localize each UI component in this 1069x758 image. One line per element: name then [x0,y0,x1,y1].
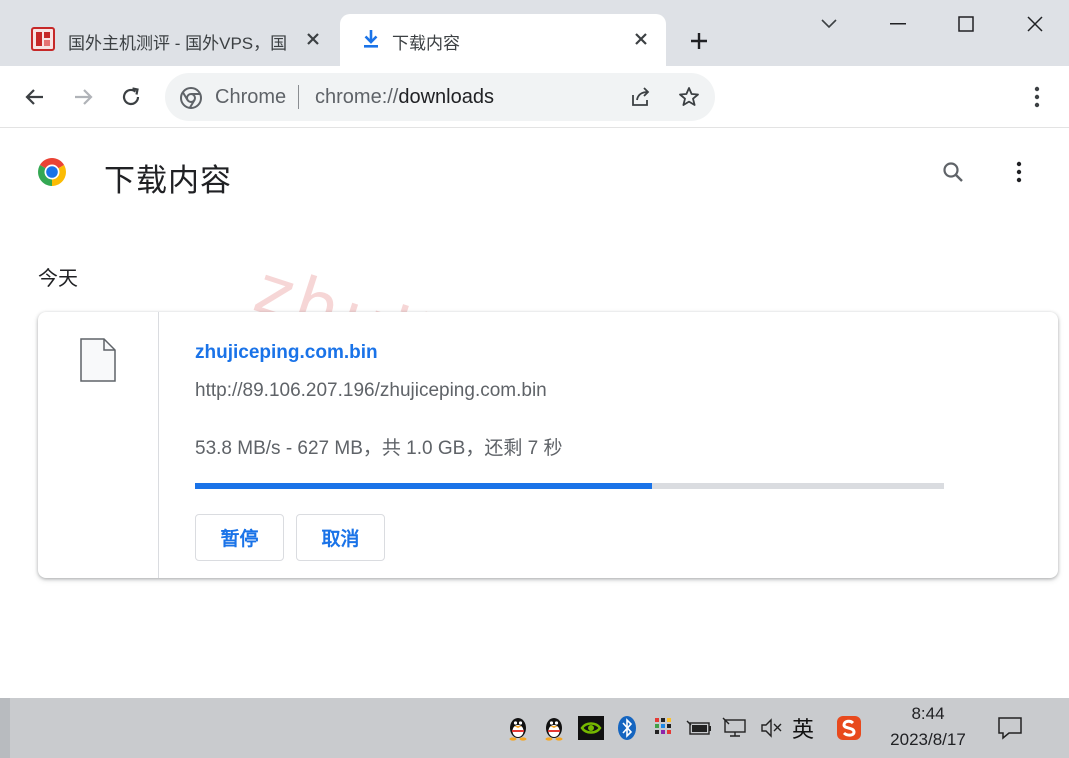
bookmark-button[interactable] [675,83,703,111]
file-icon-column [38,312,159,578]
omnibox-url[interactable]: chrome://downloads [315,86,494,109]
color-grid-icon[interactable] [649,714,677,742]
more-vert-icon [1034,86,1040,108]
bluetooth-icon[interactable] [613,714,641,742]
new-tab-button[interactable] [684,26,714,56]
notification-graphic [998,717,1022,740]
file-icon [80,338,116,382]
network-graphic [722,717,746,737]
page-title: 下载内容 [104,163,232,198]
pause-button[interactable]: 暂停 [195,514,284,561]
volume-muted-graphic [761,718,782,738]
clock-time: 8:44 [911,704,945,723]
tab-title: 国外主机测评 - 国外VPS，国 [68,34,288,53]
download-progress-fill [195,483,652,489]
downloads-header: 下载内容 [0,129,1069,219]
qq-icon[interactable] [504,714,532,742]
arrow-right-icon [75,89,93,105]
download-icon [364,30,378,48]
chevron-down-icon [821,19,837,29]
clock-date: 2023/8/17 [890,730,966,749]
download-status: 53.8 MB/s - 627 MB，共 1.0 GB，还剩 7 秒 [195,438,563,459]
battery-graphic [686,720,711,735]
reload-button[interactable] [117,83,145,111]
toolbar: Chrome chrome://downloads [0,66,1069,128]
system-clock[interactable]: 8:44 2023/8/17 [880,704,976,750]
share-icon [632,87,650,106]
close-tab-icon[interactable] [630,28,652,50]
minimize-icon [890,23,906,25]
battery-icon[interactable] [685,714,713,742]
sogou-graphic [837,716,861,740]
plus-icon [691,33,707,49]
forward-button[interactable] [69,83,97,111]
qq-penguin-graphic [509,718,527,741]
reload-icon [122,87,140,106]
minimize-button[interactable] [876,6,920,42]
tab-search-button[interactable] [807,6,851,42]
omnibox-separator [298,85,299,109]
maximize-button[interactable] [944,6,988,42]
color-grid-graphic [655,718,671,734]
omnibox-chip: Chrome [215,86,287,108]
more-vert-icon [1016,161,1022,183]
close-window-button[interactable] [1013,6,1057,42]
back-button[interactable] [21,83,49,111]
nvidia-graphic [578,716,604,740]
download-item-card: zhujiceping.com.bin http://89.106.207.19… [38,312,1058,578]
bluetooth-graphic [618,716,636,740]
download-progress-bar [195,483,944,489]
tab-downloads[interactable]: 下载内容 [340,14,666,66]
network-icon[interactable] [721,714,749,742]
tab-strip: 国外主机测评 - 国外VPS，国 下载内容 [0,0,1069,66]
chrome-menu-button[interactable] [1023,83,1051,111]
url-path: downloads [398,86,494,108]
chrome-site-icon [180,87,202,109]
taskbar: 英 8:44 2023/8/17 [0,698,1069,758]
search-downloads-button[interactable] [938,157,968,187]
url-scheme: chrome:// [315,86,399,108]
downloads-menu-button[interactable] [1004,157,1034,187]
close-tab-icon[interactable] [302,28,324,50]
seal-favicon [31,27,55,51]
qq-penguin-graphic [545,718,563,741]
volume-muted-icon[interactable] [757,714,785,742]
qq-icon-2[interactable] [540,714,568,742]
arrow-left-icon [25,89,43,105]
file-source-url[interactable]: http://89.106.207.196/zhujiceping.com.bi… [195,380,547,402]
notification-icon[interactable] [996,714,1024,742]
chrome-logo-icon [38,158,66,186]
sogou-icon[interactable] [835,714,863,742]
taskbar-edge [0,698,10,758]
tab-zhujiceping[interactable]: 国外主机测评 - 国外VPS，国 [16,14,338,66]
maximize-icon [958,16,974,32]
nvidia-icon[interactable] [577,714,605,742]
cancel-button[interactable]: 取消 [296,514,385,561]
tab-title: 下载内容 [392,34,460,53]
star-icon [679,87,699,106]
ime-indicator[interactable]: 英 [792,712,814,744]
omnibox[interactable]: Chrome chrome://downloads [165,73,715,121]
close-icon [1027,16,1043,32]
search-icon [943,162,963,182]
date-heading: 今天 [38,268,78,290]
file-name-link[interactable]: zhujiceping.com.bin [195,342,378,364]
share-button[interactable] [627,83,655,111]
